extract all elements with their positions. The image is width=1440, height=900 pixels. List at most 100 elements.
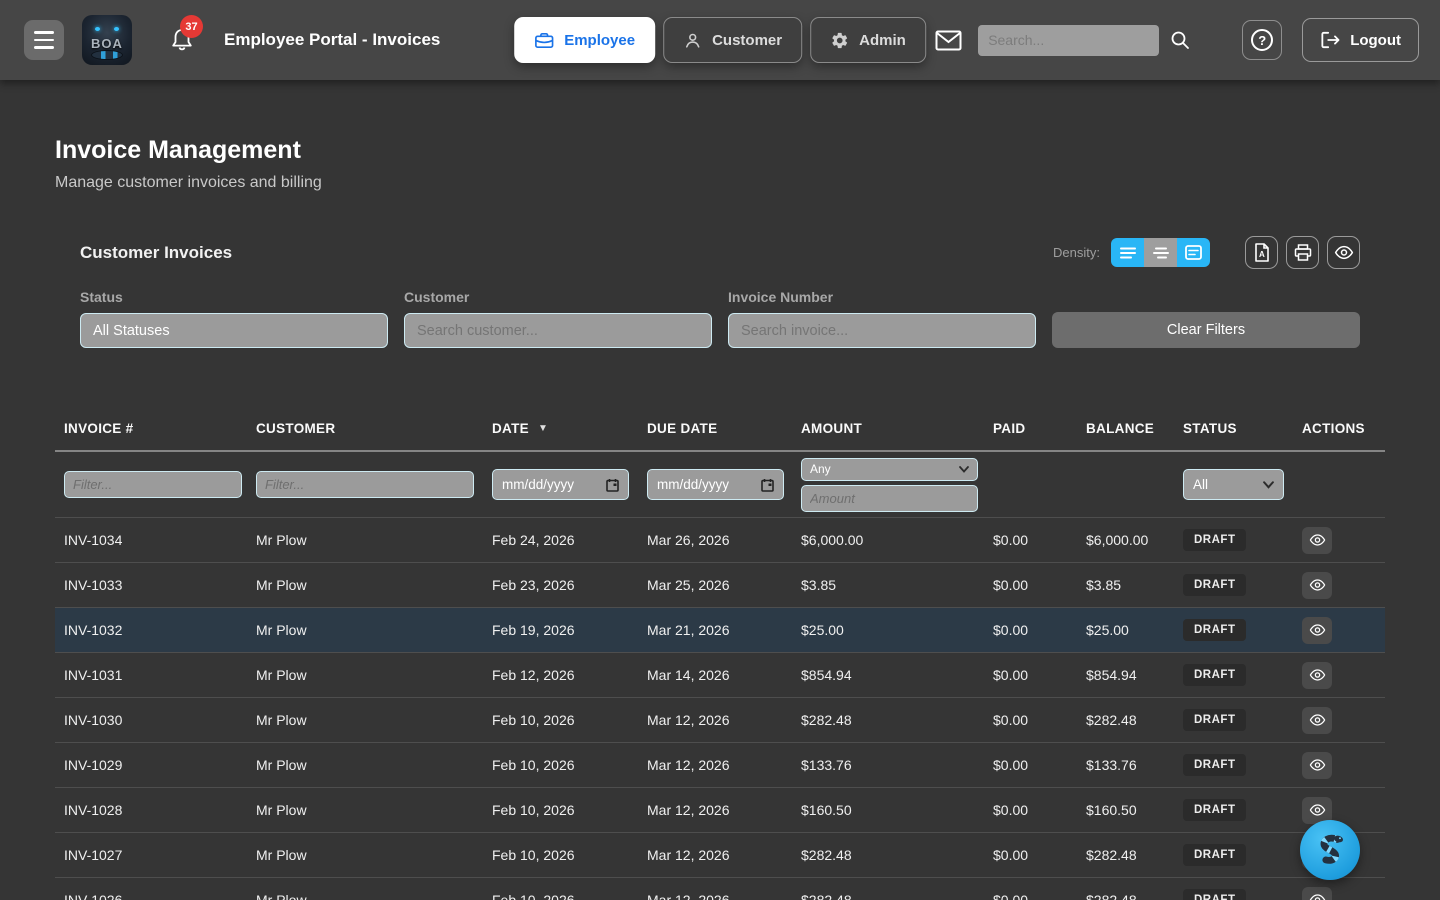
table-row[interactable]: INV-1031 Mr Plow Feb 12, 2026 Mar 14, 20… (55, 653, 1385, 698)
cell-paid: $0.00 (984, 532, 1077, 548)
cell-due-date: Mar 12, 2026 (638, 757, 792, 773)
global-search-input[interactable] (978, 25, 1159, 56)
date-column-filter-input[interactable]: mm/dd/yyyy (492, 469, 629, 500)
view-invoice-button[interactable] (1302, 527, 1332, 554)
mail-icon[interactable] (935, 30, 962, 51)
tab-employee[interactable]: Employee (514, 17, 655, 63)
density-comfortable-button[interactable] (1177, 238, 1210, 267)
cell-amount: $133.76 (792, 757, 984, 773)
view-invoice-button[interactable] (1302, 572, 1332, 599)
cell-balance: $25.00 (1077, 622, 1174, 638)
cell-invoice-number: INV-1029 (55, 757, 247, 773)
table-row[interactable]: INV-1033 Mr Plow Feb 23, 2026 Mar 25, 20… (55, 563, 1385, 608)
card-title: Customer Invoices (80, 243, 232, 263)
due-date-column-filter-input[interactable]: mm/dd/yyyy (647, 469, 784, 500)
search-icon[interactable] (1170, 30, 1190, 50)
view-invoice-button[interactable] (1302, 617, 1332, 644)
pdf-file-icon: A (1254, 243, 1270, 262)
view-invoice-button[interactable] (1302, 707, 1332, 734)
person-icon (683, 31, 702, 50)
svg-text:A: A (1259, 250, 1265, 259)
cell-due-date: Mar 21, 2026 (638, 622, 792, 638)
density-comfortable-icon (1185, 245, 1202, 260)
menu-button[interactable] (24, 20, 64, 60)
navbar-right-cluster: ? Logout (935, 18, 1419, 62)
table-row[interactable]: INV-1027 Mr Plow Feb 10, 2026 Mar 12, 20… (55, 833, 1385, 878)
col-header-due-date[interactable]: DUE DATE (638, 421, 792, 436)
status-filter-select[interactable]: All Statuses (80, 313, 388, 348)
table-row[interactable]: INV-1029 Mr Plow Feb 10, 2026 Mar 12, 20… (55, 743, 1385, 788)
invoices-card: Customer Invoices Density: (55, 236, 1385, 900)
customer-filter-input[interactable] (404, 313, 712, 348)
status-badge: DRAFT (1183, 574, 1246, 596)
app-logo[interactable]: BOA (82, 15, 132, 65)
table-row[interactable]: INV-1034 Mr Plow Feb 24, 2026 Mar 26, 20… (55, 518, 1385, 563)
status-badge: DRAFT (1183, 889, 1246, 900)
help-button[interactable]: ? (1242, 20, 1282, 60)
chevron-down-icon (1263, 481, 1274, 489)
cell-invoice-number: INV-1032 (55, 622, 247, 638)
logo-snake-eyes (82, 27, 132, 31)
col-header-paid[interactable]: PAID (984, 421, 1077, 436)
cell-actions (1293, 887, 1385, 900)
cell-actions (1293, 752, 1385, 779)
tab-admin[interactable]: Admin (810, 17, 926, 63)
density-normal-icon (1153, 246, 1169, 260)
col-header-invoice[interactable]: INVOICE # (55, 421, 247, 436)
view-invoice-button[interactable] (1302, 752, 1332, 779)
status-badge: DRAFT (1183, 754, 1246, 776)
cell-date: Feb 10, 2026 (483, 892, 638, 900)
table-row[interactable]: INV-1032 Mr Plow Feb 19, 2026 Mar 21, 20… (55, 608, 1385, 653)
col-header-customer[interactable]: CUSTOMER (247, 421, 483, 436)
invoice-number-filter-input[interactable] (728, 313, 1036, 348)
tab-customer[interactable]: Customer (663, 17, 802, 63)
gear-icon (830, 31, 849, 50)
assistant-fab-button[interactable] (1300, 820, 1360, 880)
page-subtitle: Manage customer invoices and billing (55, 174, 1385, 192)
invoice-column-filter-input[interactable] (64, 471, 242, 498)
cell-actions (1293, 617, 1385, 644)
printer-icon (1294, 244, 1312, 261)
view-invoice-button[interactable] (1302, 887, 1332, 900)
cell-date: Feb 10, 2026 (483, 802, 638, 818)
table-row[interactable]: INV-1028 Mr Plow Feb 10, 2026 Mar 12, 20… (55, 788, 1385, 833)
page-title: Invoice Management (55, 136, 1385, 165)
customer-column-filter-input[interactable] (256, 471, 474, 498)
density-compact-button[interactable] (1111, 238, 1144, 267)
col-header-date[interactable]: DATE ▼ (483, 421, 638, 436)
cell-status: DRAFT (1174, 574, 1293, 596)
table-row[interactable]: INV-1026 Mr Plow Feb 10, 2026 Mar 12, 20… (55, 878, 1385, 900)
density-normal-button[interactable] (1144, 238, 1177, 267)
cell-customer: Mr Plow (247, 847, 483, 863)
preview-button[interactable] (1327, 236, 1360, 269)
status-badge: DRAFT (1183, 664, 1246, 686)
cell-paid: $0.00 (984, 892, 1077, 900)
view-invoice-button[interactable] (1302, 662, 1332, 689)
col-header-status[interactable]: STATUS (1174, 421, 1293, 436)
cell-paid: $0.00 (984, 577, 1077, 593)
amount-operator-select[interactable]: Any (801, 458, 978, 481)
notifications-button[interactable]: 37 (170, 27, 194, 53)
status-column-filter-select[interactable]: All (1183, 469, 1284, 500)
cell-actions (1293, 572, 1385, 599)
logout-icon (1320, 31, 1340, 49)
cell-paid: $0.00 (984, 667, 1077, 683)
print-button[interactable] (1286, 236, 1319, 269)
export-pdf-button[interactable]: A (1245, 236, 1278, 269)
density-toggle-group (1111, 238, 1210, 267)
eye-icon (1309, 579, 1326, 591)
col-header-balance[interactable]: BALANCE (1077, 421, 1174, 436)
status-badge: DRAFT (1183, 709, 1246, 731)
col-header-amount[interactable]: AMOUNT (792, 421, 984, 436)
cell-balance: $282.48 (1077, 847, 1174, 863)
cell-invoice-number: INV-1034 (55, 532, 247, 548)
logo-snake-coil (91, 50, 123, 60)
status-badge: DRAFT (1183, 799, 1246, 821)
clear-filters-button[interactable]: Clear Filters (1052, 312, 1360, 348)
table-row[interactable]: INV-1030 Mr Plow Feb 10, 2026 Mar 12, 20… (55, 698, 1385, 743)
invoice-filter-label: Invoice Number (728, 289, 1036, 305)
table-actions-group: A (1245, 236, 1360, 269)
logout-button[interactable]: Logout (1302, 18, 1419, 62)
cell-paid: $0.00 (984, 622, 1077, 638)
amount-column-filter-input[interactable] (801, 485, 978, 512)
